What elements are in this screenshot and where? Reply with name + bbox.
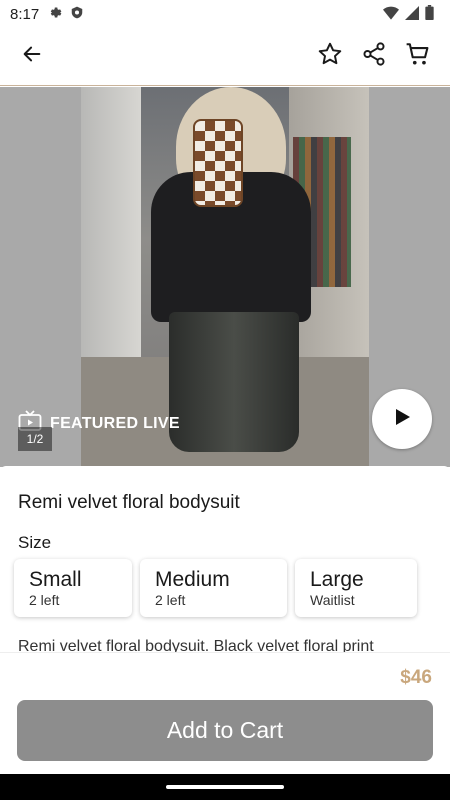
size-name: Large	[310, 567, 364, 591]
cart-icon	[405, 41, 431, 72]
home-gesture-handle[interactable]	[166, 785, 284, 789]
product-price: $46	[400, 667, 432, 688]
battery-icon	[425, 5, 434, 23]
featured-live-label: FEATURED LIVE	[50, 414, 180, 432]
system-navigation-bar	[0, 774, 450, 800]
size-label: Size	[18, 533, 52, 552]
product-title: Remi velvet floral bodysuit	[18, 492, 240, 513]
play-button[interactable]	[372, 389, 432, 449]
share-button[interactable]	[352, 35, 396, 79]
share-icon	[361, 41, 387, 72]
star-icon	[317, 41, 343, 72]
cart-button[interactable]	[396, 35, 440, 79]
product-media-carousel[interactable]: FEATURED LIVE 1/2	[0, 87, 450, 467]
status-bar: 8:17	[0, 0, 450, 28]
favorite-button[interactable]	[308, 35, 352, 79]
shield-icon	[70, 5, 84, 23]
gear-icon	[47, 5, 62, 23]
purchase-footer: $46 Add to Cart	[0, 652, 450, 774]
size-option-small[interactable]: Small 2 left	[14, 559, 132, 617]
size-name: Medium	[155, 567, 230, 591]
back-arrow-icon	[21, 43, 43, 70]
size-availability: 2 left	[29, 592, 60, 609]
size-availability: 2 left	[155, 592, 186, 609]
back-button[interactable]	[10, 35, 54, 79]
wifi-icon	[383, 6, 399, 23]
signal-icon	[405, 5, 419, 23]
size-option-large[interactable]: Large Waitlist	[295, 559, 417, 617]
size-availability: Waitlist	[310, 592, 355, 609]
status-time: 8:17	[10, 5, 40, 23]
product-details-sheet: Remi velvet floral bodysuit Size Small 2…	[0, 466, 450, 656]
size-options: Small 2 left Medium 2 left Large Waitlis…	[14, 559, 417, 617]
app-bar	[0, 28, 450, 86]
page-indicator: 1/2	[18, 427, 52, 451]
size-name: Small	[29, 567, 82, 591]
play-icon	[392, 407, 412, 432]
add-to-cart-button[interactable]: Add to Cart	[17, 700, 433, 761]
size-option-medium[interactable]: Medium 2 left	[140, 559, 287, 617]
